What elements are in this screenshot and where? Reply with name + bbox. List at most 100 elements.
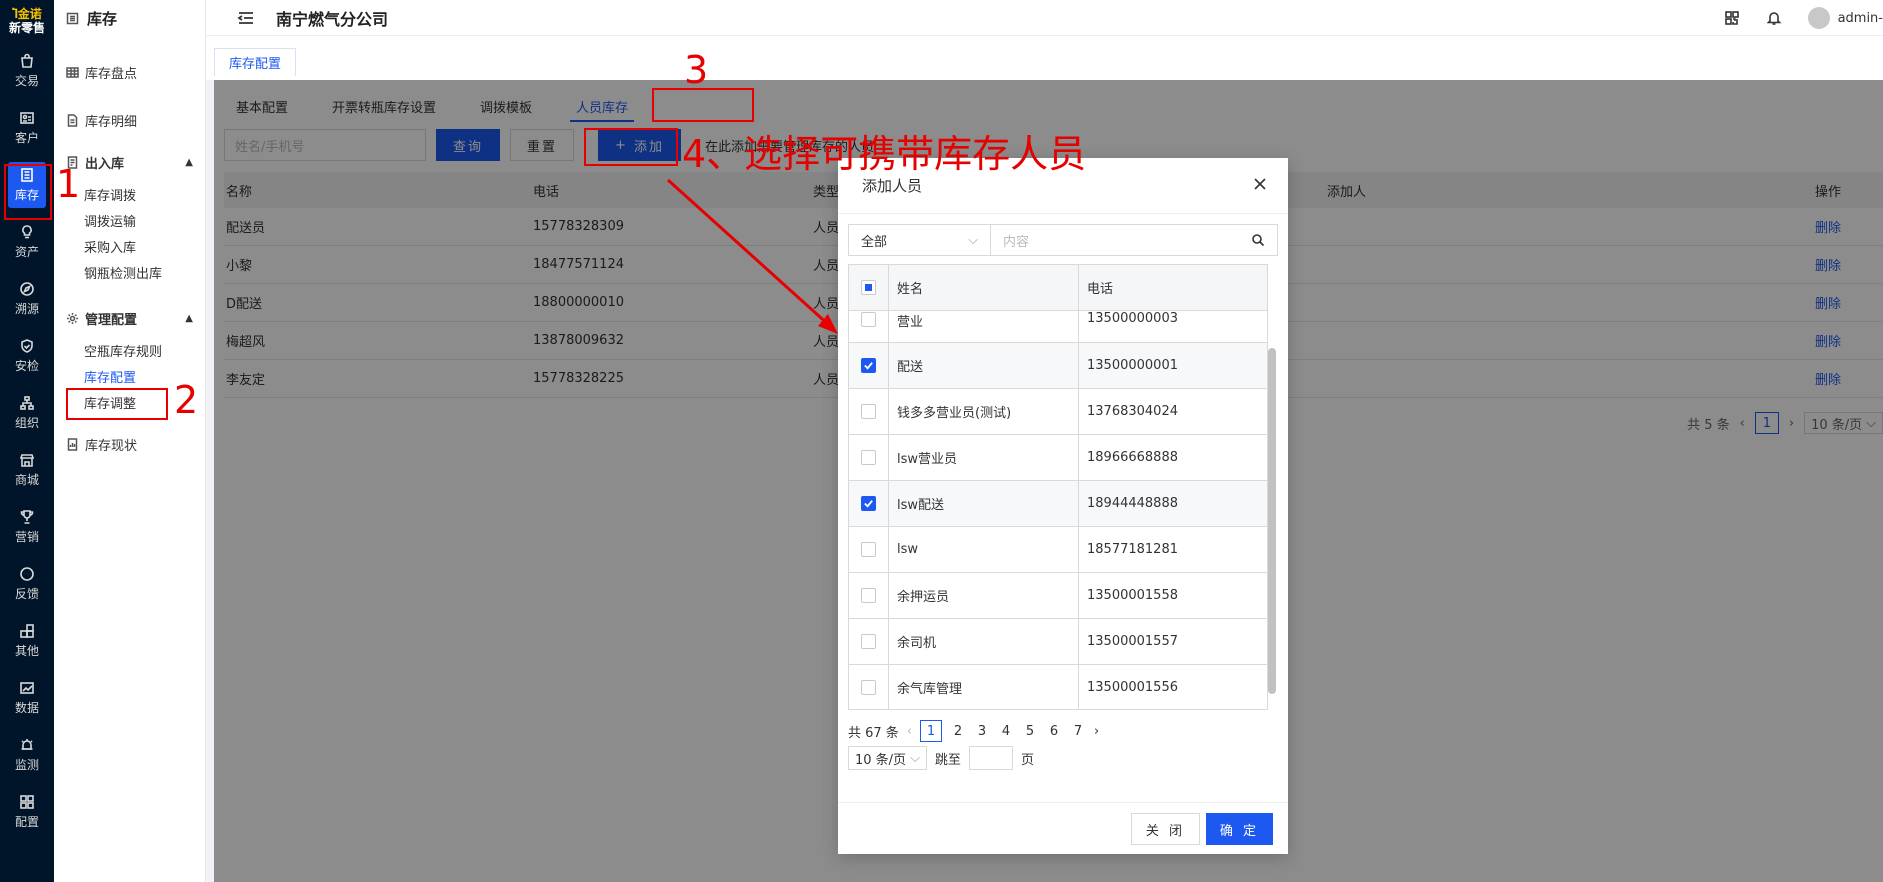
bell-icon[interactable] <box>1766 10 1782 26</box>
nav-item-mall[interactable]: 商城 <box>0 441 54 498</box>
row-checkbox[interactable] <box>861 358 876 373</box>
menu-fold-icon[interactable] <box>236 8 256 28</box>
table-row[interactable]: lsw 18577181281 <box>849 527 1267 573</box>
nav-label: 交易 <box>14 73 39 88</box>
next-page-icon[interactable]: › <box>1094 724 1099 739</box>
nav-label: 安检 <box>14 358 39 373</box>
compass-icon <box>20 281 34 296</box>
table-row[interactable]: 余气库管理 13500001556 <box>849 665 1267 709</box>
page-1[interactable]: 1 <box>920 720 943 742</box>
checkbox-cell <box>849 481 889 526</box>
nav-item-inventory[interactable]: 库存 <box>0 156 54 213</box>
nav-label: 反馈 <box>14 586 39 601</box>
table-row[interactable]: 钱多多营业员(测试) 13768304024 <box>849 389 1267 435</box>
select-all-checkbox[interactable] <box>861 280 876 295</box>
row-checkbox[interactable] <box>861 634 876 649</box>
chevron-down-icon: ⌵ <box>910 750 920 766</box>
search-icon[interactable] <box>1251 233 1265 247</box>
page-5[interactable]: 5 <box>1022 724 1038 739</box>
dialog-search-placeholder: 内容 <box>1003 234 1030 250</box>
sidebar-item-status[interactable]: 库存现状 <box>54 428 205 460</box>
nav-item-monitor[interactable]: 监测 <box>0 726 54 783</box>
sidebar-group-inout[interactable]: 出入库 ▲ <box>54 146 205 178</box>
checkbox-cell <box>849 619 889 664</box>
alarm-icon <box>21 738 33 750</box>
close-icon[interactable] <box>1252 176 1268 192</box>
nav-label: 溯源 <box>14 301 39 316</box>
shield-icon <box>21 338 33 353</box>
table-row[interactable]: 配送 13500000001 <box>849 343 1267 389</box>
cell-name: lsw <box>889 527 1079 572</box>
cell-name: 余气库管理 <box>889 665 1079 709</box>
table-scrollbar[interactable] <box>1268 348 1276 694</box>
dialog-pagination-extra: 10 条/页 ⌵ 跳至 页 <box>848 746 1034 770</box>
cell-name: 余司机 <box>889 619 1079 664</box>
page-tab-inventory-config[interactable]: 库存配置 <box>214 48 297 76</box>
page-2[interactable]: 2 <box>950 724 966 739</box>
table-row[interactable]: lsw配送 18944448888 <box>849 481 1267 527</box>
qrcode-icon[interactable] <box>1724 10 1740 26</box>
page-4[interactable]: 4 <box>998 724 1014 739</box>
page-tabs: 库存配置 <box>206 36 1883 80</box>
nav-item-assets[interactable]: 资产 <box>0 213 54 270</box>
chevron-up-icon: ▲ <box>185 156 193 168</box>
table-row[interactable]: lsw营业员 18966668888 <box>849 435 1267 481</box>
sidebar-item-label: 库存现状 <box>85 438 138 454</box>
report-icon <box>67 437 78 451</box>
nav-item-safety[interactable]: 安检 <box>0 327 54 384</box>
page-size-select[interactable]: 10 条/页 ⌵ <box>848 746 927 770</box>
nav-label: 配置 <box>14 814 39 829</box>
sidebar-title-label: 库存 <box>87 9 118 28</box>
user-menu[interactable]: admin- <box>1807 7 1883 29</box>
prev-page-icon[interactable]: ‹ <box>907 724 912 739</box>
page-size-value: 10 条/页 <box>855 752 907 768</box>
header-checkbox-cell <box>849 265 889 310</box>
nav-label: 商城 <box>14 472 39 487</box>
cell-phone: 13500000001 <box>1087 358 1178 373</box>
nav-item-marketing[interactable]: 营销 <box>0 498 54 555</box>
list-icon <box>21 167 33 182</box>
sidebar-item-stocktake[interactable]: 库存盘点 <box>54 56 205 88</box>
category-select[interactable]: 全部 ⌵ <box>849 225 991 255</box>
nav-item-trace[interactable]: 溯源 <box>0 270 54 327</box>
goto-page-input[interactable] <box>968 746 1013 770</box>
gear-icon <box>67 312 78 324</box>
sidebar-item-adjust[interactable]: 库存调整 <box>54 386 205 418</box>
confirm-button[interactable]: 确 定 <box>1205 813 1273 845</box>
nav-item-config[interactable]: 配置 <box>0 783 54 840</box>
row-checkbox[interactable] <box>861 496 876 511</box>
row-checkbox[interactable] <box>861 680 876 695</box>
row-checkbox[interactable] <box>861 312 876 327</box>
nav-item-other[interactable]: 其他 <box>0 612 54 669</box>
page-3[interactable]: 3 <box>974 724 990 739</box>
table-row[interactable]: 余押运员 13500001558 <box>849 573 1267 619</box>
nav-label: 组织 <box>14 415 39 430</box>
nav-item-trade[interactable]: 交易 <box>0 42 54 99</box>
nav-item-customer[interactable]: 客户 <box>0 99 54 156</box>
nav-item-data[interactable]: 数据 <box>0 669 54 726</box>
nav-item-org[interactable]: 组织 <box>0 384 54 441</box>
category-value: 全部 <box>861 234 888 250</box>
brand-logo[interactable]: Ⴈ金诺 新零售 <box>0 0 54 42</box>
column-header-phone: 电话 <box>1087 282 1114 297</box>
sidebar-item-detail[interactable]: 库存明细 <box>54 104 205 136</box>
table-row[interactable]: 余司机 13500001557 <box>849 619 1267 665</box>
dialog-search-input[interactable]: 内容 <box>991 225 1277 255</box>
row-checkbox[interactable] <box>861 404 876 419</box>
cell-name: 配送 <box>889 343 1079 388</box>
page-6[interactable]: 6 <box>1046 724 1062 739</box>
sidebar-group-config[interactable]: 管理配置 ▲ <box>54 302 205 334</box>
cell-name: 钱多多营业员(测试) <box>889 389 1079 434</box>
sub-sidebar: 库存 库存盘点 库存明细 出入库 ▲ 库存调拨 调拨运输 采购入库 钢瓶检测出库… <box>54 0 206 882</box>
nav-item-feedback[interactable]: 反馈 <box>0 555 54 612</box>
row-checkbox[interactable] <box>861 542 876 557</box>
page-7[interactable]: 7 <box>1070 724 1086 739</box>
close-button[interactable]: 关 闭 <box>1130 813 1200 845</box>
cell-phone: 13768304024 <box>1087 404 1178 419</box>
cell-phone: 13500001556 <box>1087 680 1178 695</box>
table-row[interactable]: 营业 13500000003 <box>849 311 1267 343</box>
doc-icon <box>67 155 78 169</box>
sidebar-item-cylinder-check[interactable]: 钢瓶检测出库 <box>54 256 205 288</box>
row-checkbox[interactable] <box>861 588 876 603</box>
row-checkbox[interactable] <box>861 450 876 465</box>
